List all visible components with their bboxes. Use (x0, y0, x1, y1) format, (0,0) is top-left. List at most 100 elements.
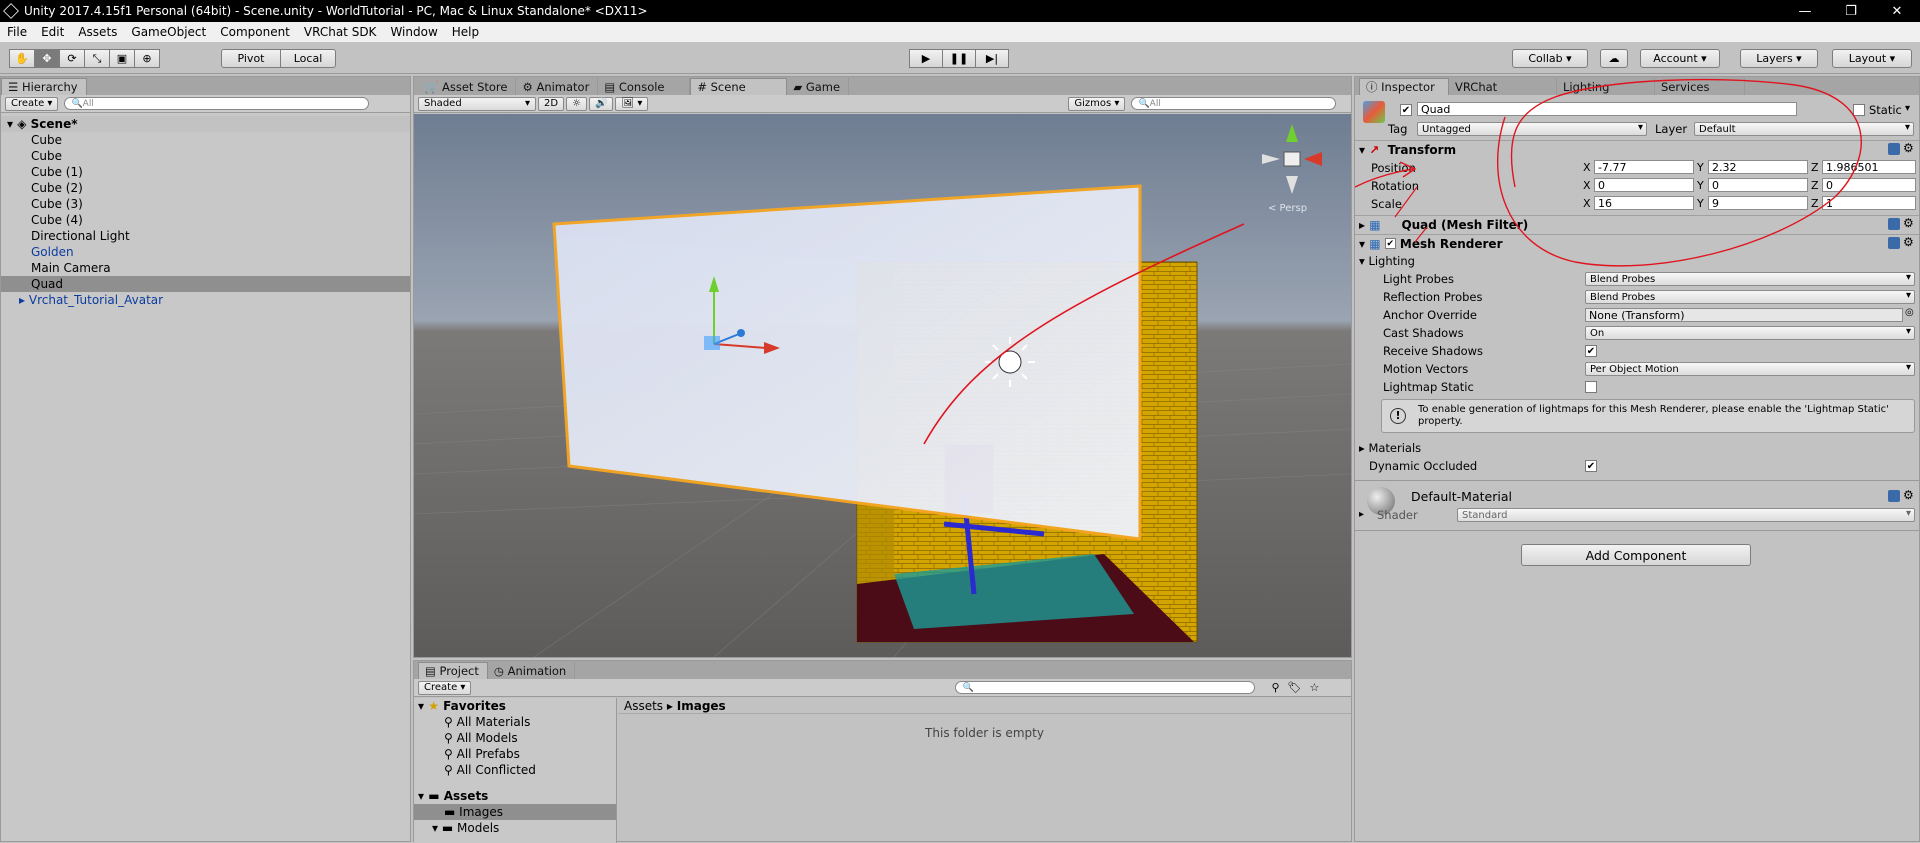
hierarchy-search-input[interactable]: 🔍 All (64, 97, 370, 110)
breadcrumb-current[interactable]: Images (677, 699, 726, 713)
persp-label[interactable]: < Persp (1268, 203, 1307, 214)
asset-folder[interactable]: ▾ ▬ Models (414, 820, 616, 836)
close-button[interactable]: ✕ (1874, 0, 1920, 22)
menu-assets[interactable]: Assets (71, 25, 124, 39)
local-button[interactable]: Local (280, 49, 336, 68)
filter-type-icon[interactable]: ⚲ (1271, 681, 1279, 694)
dynamic-occluded-checkbox[interactable]: ✔ (1585, 460, 1597, 472)
folder-icon: ▬ (441, 821, 454, 835)
material-expand-icon[interactable]: ▸ (1359, 509, 1364, 520)
main-toolbar: ✋ ✥ ⟳ ⤡ ▣ ⊕ Pivot Local ▶ ❚❚ ▶| Collab ▾… (0, 42, 1920, 74)
favorites-folder[interactable]: ▾ ★ Favorites (414, 698, 616, 714)
collab-button[interactable]: Collab ▾ (1512, 49, 1588, 68)
favorite-item[interactable]: ⚲ All Models (414, 730, 616, 746)
favorite-star-icon[interactable]: ☆ (1309, 681, 1319, 694)
play-button[interactable]: ▶ (909, 49, 943, 68)
shader-dropdown[interactable]: Standard (1457, 508, 1915, 522)
transform-tool-icon[interactable]: ⊕ (134, 49, 160, 68)
mode-2d-button[interactable]: 2D (538, 96, 565, 111)
layers-dropdown[interactable]: Layers ▾ (1740, 49, 1818, 68)
hierarchy-item-prefab[interactable]: ▸ Vrchat_Tutorial_Avatar (1, 292, 410, 308)
hierarchy-tabbar: ☰ Hierarchy (1, 77, 410, 95)
tab-animator[interactable]: ⚙ Animator (516, 78, 599, 95)
minimize-button[interactable]: — (1782, 0, 1828, 22)
menu-file[interactable]: File (0, 25, 34, 39)
tab-scene[interactable]: # Scene (690, 78, 788, 95)
assets-folder[interactable]: ▾ ▬ Assets (414, 788, 616, 804)
lighting-toggle-icon[interactable]: ☼ (566, 96, 588, 111)
shader-label: Shader (1377, 508, 1418, 522)
hierarchy-item[interactable]: Cube (1, 132, 410, 148)
hierarchy-item-selected[interactable]: Quad (1, 276, 410, 292)
menu-edit[interactable]: Edit (34, 25, 71, 39)
search-icon: ⚲ (444, 747, 453, 761)
hierarchy-item[interactable]: Directional Light (1, 228, 410, 244)
effects-toggle-icon[interactable]: 🖼 ▾ (615, 96, 649, 111)
scene-viewport[interactable]: < Persp (414, 114, 1351, 657)
scene-root[interactable]: ▾ ◈ Scene* (1, 116, 410, 132)
pivot-button[interactable]: Pivot (221, 49, 281, 68)
pause-button[interactable]: ❚❚ (942, 49, 976, 68)
gizmos-dropdown[interactable]: Gizmos ▾ (1068, 96, 1126, 111)
maximize-button[interactable]: ❐ (1828, 0, 1874, 22)
menu-gameobject[interactable]: GameObject (124, 25, 213, 39)
audio-toggle-icon[interactable]: 🔊 (589, 96, 614, 111)
tab-asset-store[interactable]: 🛒 Asset Store (418, 78, 517, 95)
menu-help[interactable]: Help (445, 25, 486, 39)
annotation-circle (1497, 78, 1862, 267)
favorite-item-label: All Conflicted (456, 763, 536, 777)
favorite-item[interactable]: ⚲ All Conflicted (414, 762, 616, 778)
hierarchy-create-button[interactable]: Create ▾ (5, 96, 59, 111)
menu-component[interactable]: Component (213, 25, 297, 39)
motion-vectors-dropdown[interactable]: Per Object Motion (1585, 362, 1915, 376)
help-book-icon[interactable] (1888, 490, 1900, 502)
lightmap-static-checkbox[interactable] (1585, 381, 1597, 393)
asset-folder-selected[interactable]: ▬ Images (414, 804, 616, 820)
hierarchy-item[interactable]: Golden (1, 244, 410, 260)
favorite-item[interactable]: ⚲ All Prefabs (414, 746, 616, 762)
step-button[interactable]: ▶| (975, 49, 1009, 68)
folder-icon: ▬ (428, 789, 440, 803)
lightmap-static-label: Lightmap Static (1383, 380, 1474, 394)
hierarchy-item[interactable]: Cube (4) (1, 212, 410, 228)
account-dropdown[interactable]: Account ▾ (1640, 49, 1720, 68)
breadcrumb-root[interactable]: Assets (624, 699, 663, 713)
hierarchy-item[interactable]: Main Camera (1, 260, 410, 276)
shading-dropdown[interactable]: Shaded ▾ (418, 96, 536, 111)
anchor-override-field[interactable]: None (Transform) (1585, 308, 1903, 322)
hand-tool-icon[interactable]: ✋ (9, 49, 35, 68)
hierarchy-item[interactable]: Cube (3) (1, 196, 410, 212)
scale-tool-icon[interactable]: ⤡ (84, 49, 110, 68)
move-tool-icon[interactable]: ✥ (34, 49, 60, 68)
receive-shadows-checkbox[interactable]: ✔ (1585, 345, 1597, 357)
component-settings-gear-icon[interactable]: ⚙ (1903, 488, 1914, 502)
hierarchy-item[interactable]: Cube (2) (1, 180, 410, 196)
cast-shadows-dropdown[interactable]: On (1585, 326, 1915, 340)
object-picker-icon[interactable]: ◎ (1905, 307, 1914, 318)
favorite-item[interactable]: ⚲ All Materials (414, 714, 616, 730)
materials-foldout[interactable]: ▸ Materials (1355, 439, 1919, 457)
menu-window[interactable]: Window (383, 25, 444, 39)
favorite-item-label: All Models (456, 731, 518, 745)
layout-dropdown[interactable]: Layout ▾ (1832, 49, 1912, 68)
tab-hierarchy[interactable]: ☰ Hierarchy (1, 78, 87, 95)
animation-tab-label: Animation (507, 663, 567, 678)
title-bar: Unity 2017.4.15f1 Personal (64bit) - Sce… (0, 0, 1920, 22)
tab-game[interactable]: ▰ Game (787, 78, 850, 95)
scene-search-input[interactable]: 🔍 All (1131, 97, 1337, 110)
expand-arrow-icon[interactable]: ▸ (19, 293, 25, 307)
filter-label-icon[interactable]: 🏷 (1288, 681, 1302, 694)
menu-vrchat-sdk[interactable]: VRChat SDK (297, 25, 384, 39)
tab-console[interactable]: ▤ Console (598, 78, 691, 95)
rotate-tool-icon[interactable]: ⟳ (59, 49, 85, 68)
project-search-input[interactable]: 🔍 (955, 681, 1256, 694)
cloud-icon[interactable]: ☁ (1600, 49, 1628, 68)
project-create-button[interactable]: Create ▾ (418, 680, 472, 695)
add-component-button[interactable]: Add Component (1521, 544, 1751, 566)
tab-animation[interactable]: ◷ Animation (488, 662, 576, 679)
reflection-probes-dropdown[interactable]: Blend Probes (1585, 290, 1915, 304)
rect-tool-icon[interactable]: ▣ (109, 49, 135, 68)
hierarchy-item[interactable]: Cube (1) (1, 164, 410, 180)
hierarchy-item[interactable]: Cube (1, 148, 410, 164)
tab-project[interactable]: ▤ Project (418, 662, 488, 679)
